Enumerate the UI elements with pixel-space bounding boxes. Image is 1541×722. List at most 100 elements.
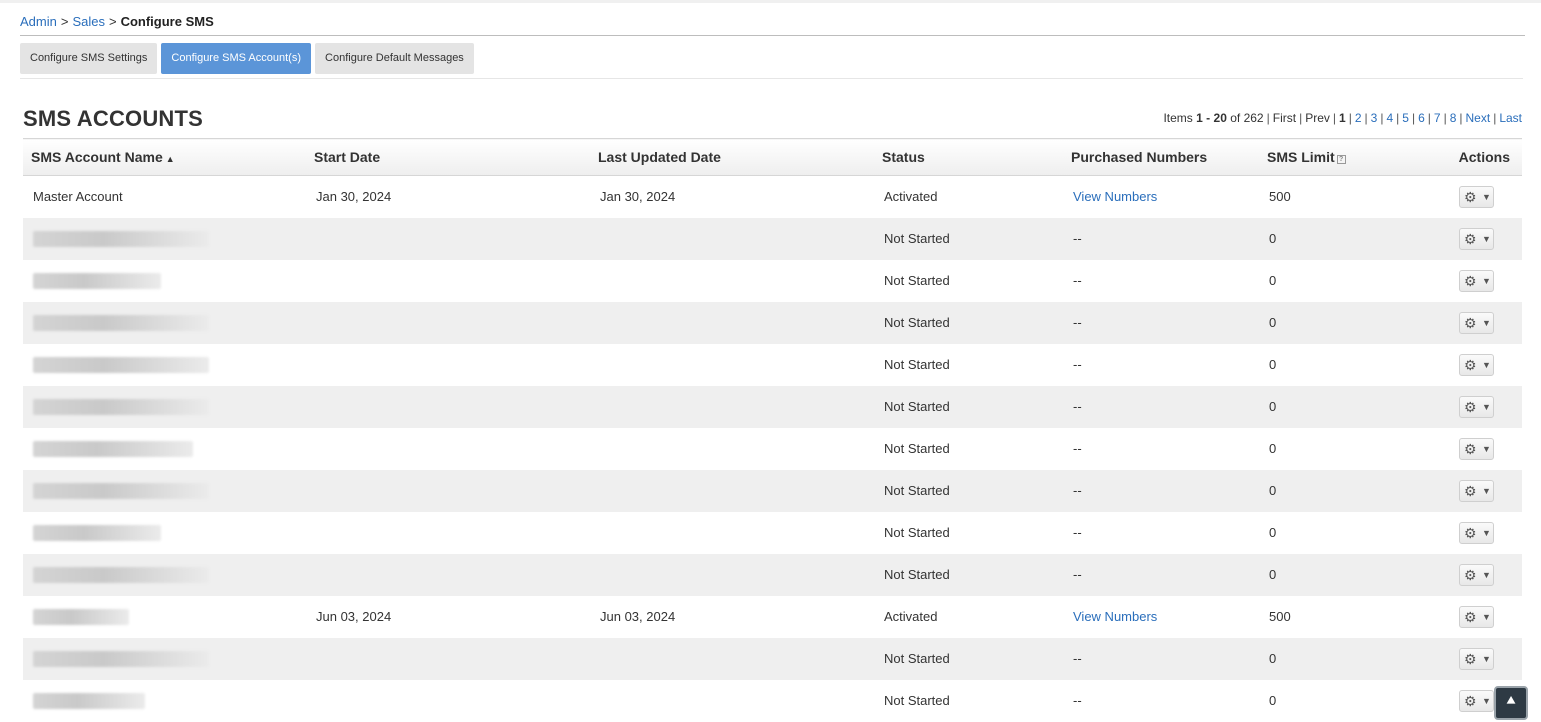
- col-header-name-label: SMS Account Name: [31, 149, 163, 165]
- cell-status: Not Started: [874, 301, 1063, 344]
- cell-start-date: Jan 30, 2024: [316, 189, 392, 205]
- account-name: Master Account: [33, 189, 123, 205]
- first-page-link[interactable]: First: [1273, 111, 1296, 125]
- actions-menu-button[interactable]: ⚙ ▼: [1459, 227, 1494, 250]
- prev-page-link[interactable]: Prev: [1305, 111, 1330, 125]
- caret-down-icon: ▼: [1482, 233, 1491, 244]
- scroll-to-top-button[interactable]: ⯅: [1494, 686, 1528, 720]
- cell-purchased-numbers: --: [1073, 441, 1082, 456]
- cell-account-name: [23, 260, 306, 302]
- page-link-8[interactable]: 8: [1450, 111, 1457, 125]
- cell-last-updated: [590, 344, 874, 386]
- tab-configure-default-messages[interactable]: Configure Default Messages: [315, 43, 474, 74]
- total-count: 262: [1243, 111, 1264, 125]
- col-header-purchased-numbers[interactable]: Purchased Numbers: [1063, 138, 1259, 176]
- actions-menu-button[interactable]: ⚙ ▼: [1459, 437, 1494, 460]
- range-start: 1: [1196, 111, 1203, 125]
- actions-menu-button[interactable]: ⚙ ▼: [1459, 269, 1494, 292]
- redacted-account-name: [33, 608, 129, 625]
- cell-sms-limit: 0: [1269, 693, 1277, 708]
- gear-icon: ⚙: [1464, 398, 1477, 415]
- next-page-link[interactable]: Next: [1466, 111, 1491, 125]
- cell-last-updated: Jun 03, 2024: [600, 609, 676, 624]
- col-header-name[interactable]: SMS Account Name ▲: [23, 138, 306, 176]
- cell-purchased-numbers: View Numbers: [1063, 596, 1259, 638]
- cell-status: Not Started: [884, 357, 950, 372]
- redacted-account-name: [33, 440, 193, 457]
- breadcrumb-admin-link[interactable]: Admin: [20, 14, 57, 29]
- redacted-account-name: [33, 524, 161, 541]
- cell-last-updated: [590, 217, 874, 260]
- caret-down-icon: ▼: [1482, 401, 1491, 412]
- cell-start-date: [306, 637, 590, 680]
- pager-divider: |: [1348, 111, 1352, 125]
- actions-menu-button[interactable]: ⚙ ▼: [1459, 605, 1494, 628]
- pager-divider: |: [1266, 111, 1270, 125]
- header-divider: [20, 35, 1525, 36]
- table-row: Not Started -- 0 ⚙ ▼: [23, 385, 1522, 428]
- pager-divider: |: [1364, 111, 1368, 125]
- col-header-start-date[interactable]: Start Date: [306, 138, 590, 176]
- page-link-5[interactable]: 5: [1402, 111, 1409, 125]
- caret-down-icon: ▼: [1482, 317, 1491, 328]
- caret-down-icon: ▼: [1482, 443, 1491, 454]
- sort-ascending-icon[interactable]: ▲: [166, 154, 175, 164]
- cell-actions: ⚙ ▼: [1409, 217, 1522, 260]
- cell-purchased-numbers: --: [1073, 525, 1082, 540]
- actions-menu-button[interactable]: ⚙ ▼: [1459, 479, 1494, 502]
- table-row: Not Started -- 0 ⚙ ▼: [23, 680, 1522, 722]
- pager-divider: |: [1427, 111, 1431, 125]
- cell-last-updated: Jan 30, 2024: [600, 189, 676, 205]
- cell-start-date: [306, 217, 590, 260]
- gear-icon: ⚙: [1464, 440, 1477, 457]
- caret-down-icon: ▼: [1482, 191, 1491, 202]
- view-numbers-link[interactable]: View Numbers: [1073, 189, 1157, 204]
- pager-divider: |: [1380, 111, 1384, 125]
- cell-start-date: [306, 469, 590, 512]
- tab-configure-sms-settings[interactable]: Configure SMS Settings: [20, 43, 158, 74]
- page-link-4[interactable]: 4: [1386, 111, 1393, 125]
- cell-account-name: [23, 553, 306, 596]
- pager-divider: |: [1459, 111, 1463, 125]
- table-row: Jun 03, 2024 Jun 03, 2024 Activated View Nu…: [23, 596, 1522, 638]
- actions-menu-button[interactable]: ⚙ ▼: [1459, 353, 1494, 376]
- view-numbers-link[interactable]: View Numbers: [1073, 609, 1157, 624]
- col-header-status[interactable]: Status: [874, 138, 1063, 176]
- page-title: SMS ACCOUNTS: [23, 106, 204, 131]
- cell-sms-limit: 500: [1269, 609, 1291, 624]
- cell-status: Activated: [884, 189, 938, 205]
- cell-sms-limit: 0: [1269, 357, 1277, 372]
- cell-sms-limit: 0: [1269, 525, 1277, 540]
- last-page-link[interactable]: Last: [1499, 111, 1522, 125]
- table-row: Not Started -- 0 ⚙ ▼: [23, 512, 1522, 554]
- page-link-7[interactable]: 7: [1434, 111, 1441, 125]
- tab-configure-sms-accounts[interactable]: Configure SMS Account(s): [161, 43, 312, 74]
- actions-menu-button[interactable]: ⚙ ▼: [1459, 689, 1494, 712]
- items-label: Items: [1163, 111, 1193, 125]
- actions-menu-button[interactable]: ⚙ ▼: [1459, 563, 1494, 586]
- gear-icon: ⚙: [1464, 692, 1477, 709]
- cell-purchased-numbers: --: [1063, 301, 1259, 344]
- cell-last-updated: [590, 385, 874, 428]
- gear-icon: ⚙: [1464, 230, 1477, 247]
- actions-menu-button[interactable]: ⚙ ▼: [1459, 311, 1494, 334]
- actions-menu-button[interactable]: ⚙ ▼: [1459, 521, 1494, 544]
- actions-menu-button[interactable]: ⚙ ▼: [1459, 647, 1494, 670]
- breadcrumb-sales-link[interactable]: Sales: [72, 14, 105, 29]
- actions-menu-button[interactable]: ⚙ ▼: [1459, 395, 1494, 418]
- help-icon[interactable]: ?: [1336, 155, 1346, 164]
- cell-status: Not Started: [874, 553, 1063, 596]
- redacted-account-name: [33, 314, 209, 331]
- page-link-3[interactable]: 3: [1371, 111, 1378, 125]
- actions-menu-button[interactable]: ⚙ ▼: [1459, 185, 1494, 208]
- col-header-last-updated[interactable]: Last Updated Date: [590, 138, 874, 176]
- breadcrumb: Admin > Sales > Configure SMS: [20, 14, 214, 29]
- breadcrumb-current: Configure SMS: [120, 14, 214, 29]
- cell-actions: ⚙ ▼: [1409, 428, 1522, 470]
- cell-status: Not Started: [884, 441, 950, 456]
- page-link-2[interactable]: 2: [1355, 111, 1362, 125]
- cell-start-date: [306, 301, 590, 344]
- page-link-6[interactable]: 6: [1418, 111, 1425, 125]
- breadcrumb-separator: >: [108, 14, 117, 29]
- col-header-sms-limit[interactable]: SMS Limit?: [1259, 138, 1409, 176]
